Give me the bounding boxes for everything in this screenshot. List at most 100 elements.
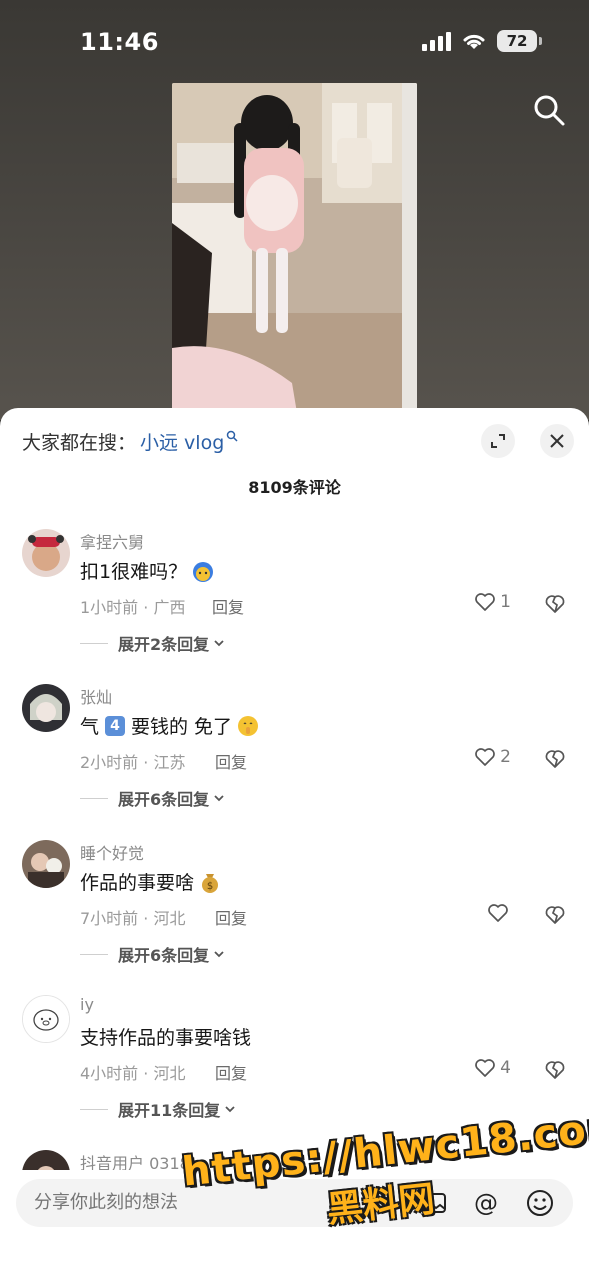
comment-text-content: 作品的事要啥 bbox=[80, 872, 195, 894]
comment-item: 拿捏六舅 扣1很难吗？ 1小时前 · 广西 回复 1 展开2条回复 bbox=[0, 529, 589, 679]
search-icon bbox=[227, 430, 238, 442]
comment-item: 睡个好觉 作品的事要啥 $ 7小时前 · 河北 回复 展开6条回复 bbox=[0, 840, 589, 990]
comment-meta: 7小时前 · 河北 bbox=[80, 909, 186, 928]
divider bbox=[80, 642, 108, 644]
expand-replies-label: 展开6条回复 bbox=[118, 790, 210, 809]
chevron-down-icon bbox=[214, 640, 224, 647]
comment-item: 张灿 气 4 要钱的 免了 2小时前 · 江苏 回复 2 展开6条回复 bbox=[0, 684, 589, 834]
dislike-button[interactable] bbox=[543, 1058, 567, 1084]
comment-text: 气 4 要钱的 免了 bbox=[80, 712, 260, 739]
status-time: 11:46 bbox=[80, 28, 159, 56]
video-thumbnail[interactable] bbox=[172, 83, 417, 413]
reply-button[interactable]: 回复 bbox=[215, 1060, 247, 1084]
expand-replies-label: 展开11条回复 bbox=[118, 1101, 221, 1120]
status-bar: 11:46 72 bbox=[0, 0, 589, 80]
reply-button[interactable]: 回复 bbox=[215, 749, 247, 773]
heart-icon bbox=[475, 1059, 496, 1077]
comment-text: 扣1很难吗？ bbox=[80, 557, 215, 584]
heart-icon bbox=[488, 904, 508, 922]
comment-text-content: 扣1很难吗？ bbox=[80, 561, 188, 583]
heart-icon bbox=[475, 748, 496, 766]
svg-text:$: $ bbox=[207, 881, 213, 892]
avatar[interactable] bbox=[22, 995, 70, 1043]
avatar[interactable] bbox=[22, 529, 70, 577]
expand-replies-label: 展开2条回复 bbox=[118, 635, 210, 654]
avatar-image bbox=[22, 529, 70, 577]
shushing-face-emoji-icon bbox=[238, 715, 259, 736]
comment-input-bar: @ bbox=[16, 1179, 573, 1227]
video-scene-image bbox=[172, 83, 417, 413]
dislike-heart-icon bbox=[545, 1061, 565, 1079]
reply-button[interactable]: 回复 bbox=[212, 594, 244, 618]
video-area[interactable]: 11:46 72 bbox=[0, 0, 589, 420]
chevron-down-icon bbox=[214, 951, 224, 958]
like-button[interactable]: 2 bbox=[474, 747, 511, 767]
money-bag-emoji-icon: $ bbox=[202, 873, 219, 893]
comment-meta: 2小时前 · 江苏 bbox=[80, 753, 186, 772]
dislike-button[interactable] bbox=[543, 592, 567, 618]
expand-replies[interactable]: 展开6条回复 bbox=[80, 942, 225, 966]
comment-text: 支持作品的事要啥钱 bbox=[80, 1023, 251, 1050]
dislike-heart-icon bbox=[545, 906, 565, 924]
reply-button[interactable]: 回复 bbox=[215, 905, 247, 929]
avatar[interactable] bbox=[22, 1150, 70, 1170]
at-icon[interactable]: @ bbox=[470, 1187, 502, 1219]
comment-meta: 4小时前 · 河北 bbox=[80, 1064, 186, 1083]
dislike-heart-icon bbox=[545, 750, 565, 768]
avatar-image bbox=[23, 996, 69, 1042]
trending-keyword[interactable]: 小远 vlog bbox=[140, 428, 224, 455]
expand-button[interactable] bbox=[481, 424, 515, 458]
comment-text-content: 支持作品的事要啥钱 bbox=[80, 1027, 252, 1049]
expand-replies[interactable]: 展开2条回复 bbox=[80, 631, 225, 655]
comment-username[interactable]: 张灿 bbox=[80, 684, 112, 708]
avatar[interactable] bbox=[22, 840, 70, 888]
like-count: 4 bbox=[500, 1058, 511, 1078]
comment-username[interactable]: 拿捏六舅 bbox=[80, 529, 144, 553]
like-button[interactable] bbox=[487, 903, 513, 923]
dislike-heart-icon bbox=[545, 595, 565, 613]
comment-meta: 1小时前 · 广西 bbox=[80, 598, 186, 617]
close-icon bbox=[550, 434, 564, 448]
heart-icon bbox=[475, 593, 496, 611]
divider bbox=[80, 797, 108, 799]
comment-input[interactable] bbox=[32, 1191, 412, 1214]
comment-username[interactable]: 睡个好觉 bbox=[80, 840, 144, 864]
comment-text-content: 气 bbox=[80, 716, 100, 738]
chevron-down-icon bbox=[225, 1106, 235, 1113]
status-icons: 72 bbox=[421, 30, 542, 52]
expand-replies-label: 展开6条回复 bbox=[118, 946, 210, 965]
comment-text: 作品的事要啥 $ bbox=[80, 868, 222, 895]
avatar-image bbox=[22, 1150, 70, 1170]
keycap-emoji-icon: 4 bbox=[105, 715, 126, 736]
close-button[interactable] bbox=[540, 424, 574, 458]
comment-item: 抖音用户 0318 bbox=[0, 1150, 589, 1170]
expand-replies[interactable]: 展开11条回复 bbox=[80, 1097, 236, 1121]
svg-text:@: @ bbox=[474, 1189, 498, 1217]
trending-search[interactable]: 大家都在搜： 小远 vlog bbox=[22, 428, 238, 455]
emoji-icon[interactable] bbox=[524, 1187, 556, 1219]
signal-icon bbox=[422, 32, 451, 51]
divider bbox=[80, 1108, 108, 1110]
blue-face-emoji-icon bbox=[193, 561, 214, 582]
like-count: 1 bbox=[500, 592, 511, 612]
trending-label: 大家都在搜： bbox=[22, 432, 137, 454]
expand-icon bbox=[491, 434, 505, 448]
image-icon[interactable] bbox=[418, 1187, 450, 1219]
avatar[interactable] bbox=[22, 684, 70, 732]
avatar-image bbox=[22, 684, 70, 732]
sheet-header: 大家都在搜： 小远 vlog bbox=[0, 408, 589, 468]
wifi-icon bbox=[463, 34, 485, 49]
comment-item: iy 支持作品的事要啥钱 4小时前 · 河北 回复 4 展开11条回复 bbox=[0, 995, 589, 1145]
search-icon[interactable] bbox=[531, 92, 567, 128]
divider bbox=[80, 953, 108, 955]
like-button[interactable]: 4 bbox=[474, 1058, 511, 1078]
chevron-down-icon bbox=[214, 795, 224, 802]
comment-username[interactable]: 抖音用户 0318 bbox=[80, 1150, 190, 1170]
like-button[interactable]: 1 bbox=[474, 592, 511, 612]
expand-replies[interactable]: 展开6条回复 bbox=[80, 786, 225, 810]
battery-icon: 72 bbox=[497, 30, 542, 52]
comment-username[interactable]: iy bbox=[80, 995, 94, 1014]
comment-text-content: 要钱的 免了 bbox=[131, 716, 233, 738]
dislike-button[interactable] bbox=[543, 903, 567, 929]
dislike-button[interactable] bbox=[543, 747, 567, 773]
